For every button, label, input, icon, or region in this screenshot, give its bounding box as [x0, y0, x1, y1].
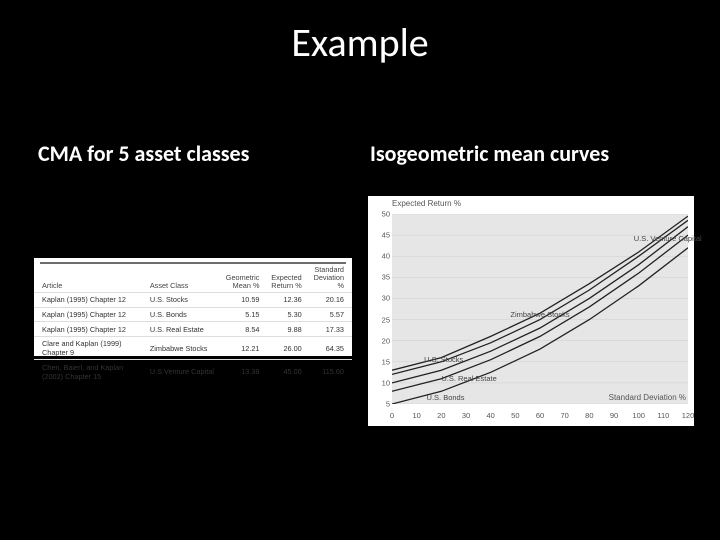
series-label: U.S. Real Estate — [441, 374, 496, 383]
cell-exp_return: 5.30 — [267, 307, 309, 322]
series-label: U.S. Bonds — [427, 393, 465, 402]
y-tick: 20 — [372, 336, 390, 345]
x-tick: 90 — [610, 411, 618, 420]
cell-asset_class: Zimbabwe Stocks — [148, 336, 224, 360]
cell-stddev: 20.16 — [310, 293, 352, 308]
x-tick: 0 — [390, 411, 394, 420]
cma-table: Article Asset Class Geometric Mean % Exp… — [34, 258, 352, 356]
table-row: Kaplan (1995) Chapter 12U.S. Real Estate… — [34, 322, 352, 337]
y-tick: 15 — [372, 357, 390, 366]
y-tick: 45 — [372, 231, 390, 240]
cell-geo_mean: 13.38 — [224, 360, 268, 383]
cell-geo_mean: 12.21 — [224, 336, 268, 360]
y-tick: 5 — [372, 400, 390, 409]
chart-y-axis-label: Expected Return % — [392, 199, 461, 208]
th-stddev: Standard Deviation % — [310, 264, 352, 293]
right-column-heading: Isogeometric mean curves — [370, 140, 609, 167]
th-article: Article — [34, 264, 148, 293]
x-tick: 70 — [560, 411, 568, 420]
y-tick: 30 — [372, 294, 390, 303]
cell-asset_class: U.S. Bonds — [148, 307, 224, 322]
cell-asset_class: U.S. Stocks — [148, 293, 224, 308]
cell-geo_mean: 5.15 — [224, 307, 268, 322]
y-tick: 40 — [372, 252, 390, 261]
slide-title: Example — [0, 18, 720, 67]
cell-article: Kaplan (1995) Chapter 12 — [34, 322, 148, 337]
table-header-row: Article Asset Class Geometric Mean % Exp… — [34, 264, 352, 293]
cma-data-table: Article Asset Class Geometric Mean % Exp… — [34, 264, 352, 383]
cell-stddev: 115.60 — [310, 360, 352, 383]
x-tick: 100 — [632, 411, 645, 420]
series-line — [392, 220, 688, 374]
cell-stddev: 17.33 — [310, 322, 352, 337]
x-tick: 60 — [536, 411, 544, 420]
cell-exp_return: 9.88 — [267, 322, 309, 337]
series-label: U.S. Stocks — [424, 355, 463, 364]
y-tick: 25 — [372, 315, 390, 324]
cell-exp_return: 26.00 — [267, 336, 309, 360]
th-asset-class: Asset Class — [148, 264, 224, 293]
y-tick: 50 — [372, 210, 390, 219]
cell-article: Kaplan (1995) Chapter 12 — [34, 307, 148, 322]
y-tick: 10 — [372, 378, 390, 387]
table-row: Chen, Baierl, and Kaplan (2002) Chapter … — [34, 360, 352, 383]
th-geo-mean: Geometric Mean % — [224, 264, 268, 293]
cell-exp_return: 12.36 — [267, 293, 309, 308]
cell-article: Kaplan (1995) Chapter 12 — [34, 293, 148, 308]
x-tick: 50 — [511, 411, 519, 420]
cell-stddev: 5.57 — [310, 307, 352, 322]
x-tick: 10 — [412, 411, 420, 420]
left-column-heading: CMA for 5 asset classes — [38, 140, 249, 167]
x-tick: 30 — [462, 411, 470, 420]
cell-asset_class: U.S. Real Estate — [148, 322, 224, 337]
cell-article: Chen, Baierl, and Kaplan (2002) Chapter … — [34, 360, 148, 383]
cell-geo_mean: 10.59 — [224, 293, 268, 308]
cell-geo_mean: 8.54 — [224, 322, 268, 337]
series-label: U.S. Venture Capital — [634, 234, 702, 243]
table-row: Kaplan (1995) Chapter 12U.S. Bonds5.155.… — [34, 307, 352, 322]
table-row: Kaplan (1995) Chapter 12U.S. Stocks10.59… — [34, 293, 352, 308]
table-row: Clare and Kaplan (1999) Chapter 9Zimbabw… — [34, 336, 352, 360]
series-label: Zimbabwe Stocks — [510, 310, 569, 319]
cell-asset_class: U.S Venture Capital — [148, 360, 224, 383]
cell-article: Clare and Kaplan (1999) Chapter 9 — [34, 336, 148, 360]
x-tick: 40 — [486, 411, 494, 420]
slide: Example CMA for 5 asset classes Isogeome… — [0, 0, 720, 540]
x-tick: 80 — [585, 411, 593, 420]
x-tick: 20 — [437, 411, 445, 420]
cell-stddev: 64.35 — [310, 336, 352, 360]
cell-exp_return: 45.00 — [267, 360, 309, 383]
x-tick: 110 — [657, 411, 669, 420]
th-exp-return: Expected Return % — [267, 264, 309, 293]
y-tick: 35 — [372, 273, 390, 282]
isogeometric-chart: Expected Return % Standard Deviation % 5… — [368, 196, 694, 426]
x-tick: 120 — [682, 411, 695, 420]
